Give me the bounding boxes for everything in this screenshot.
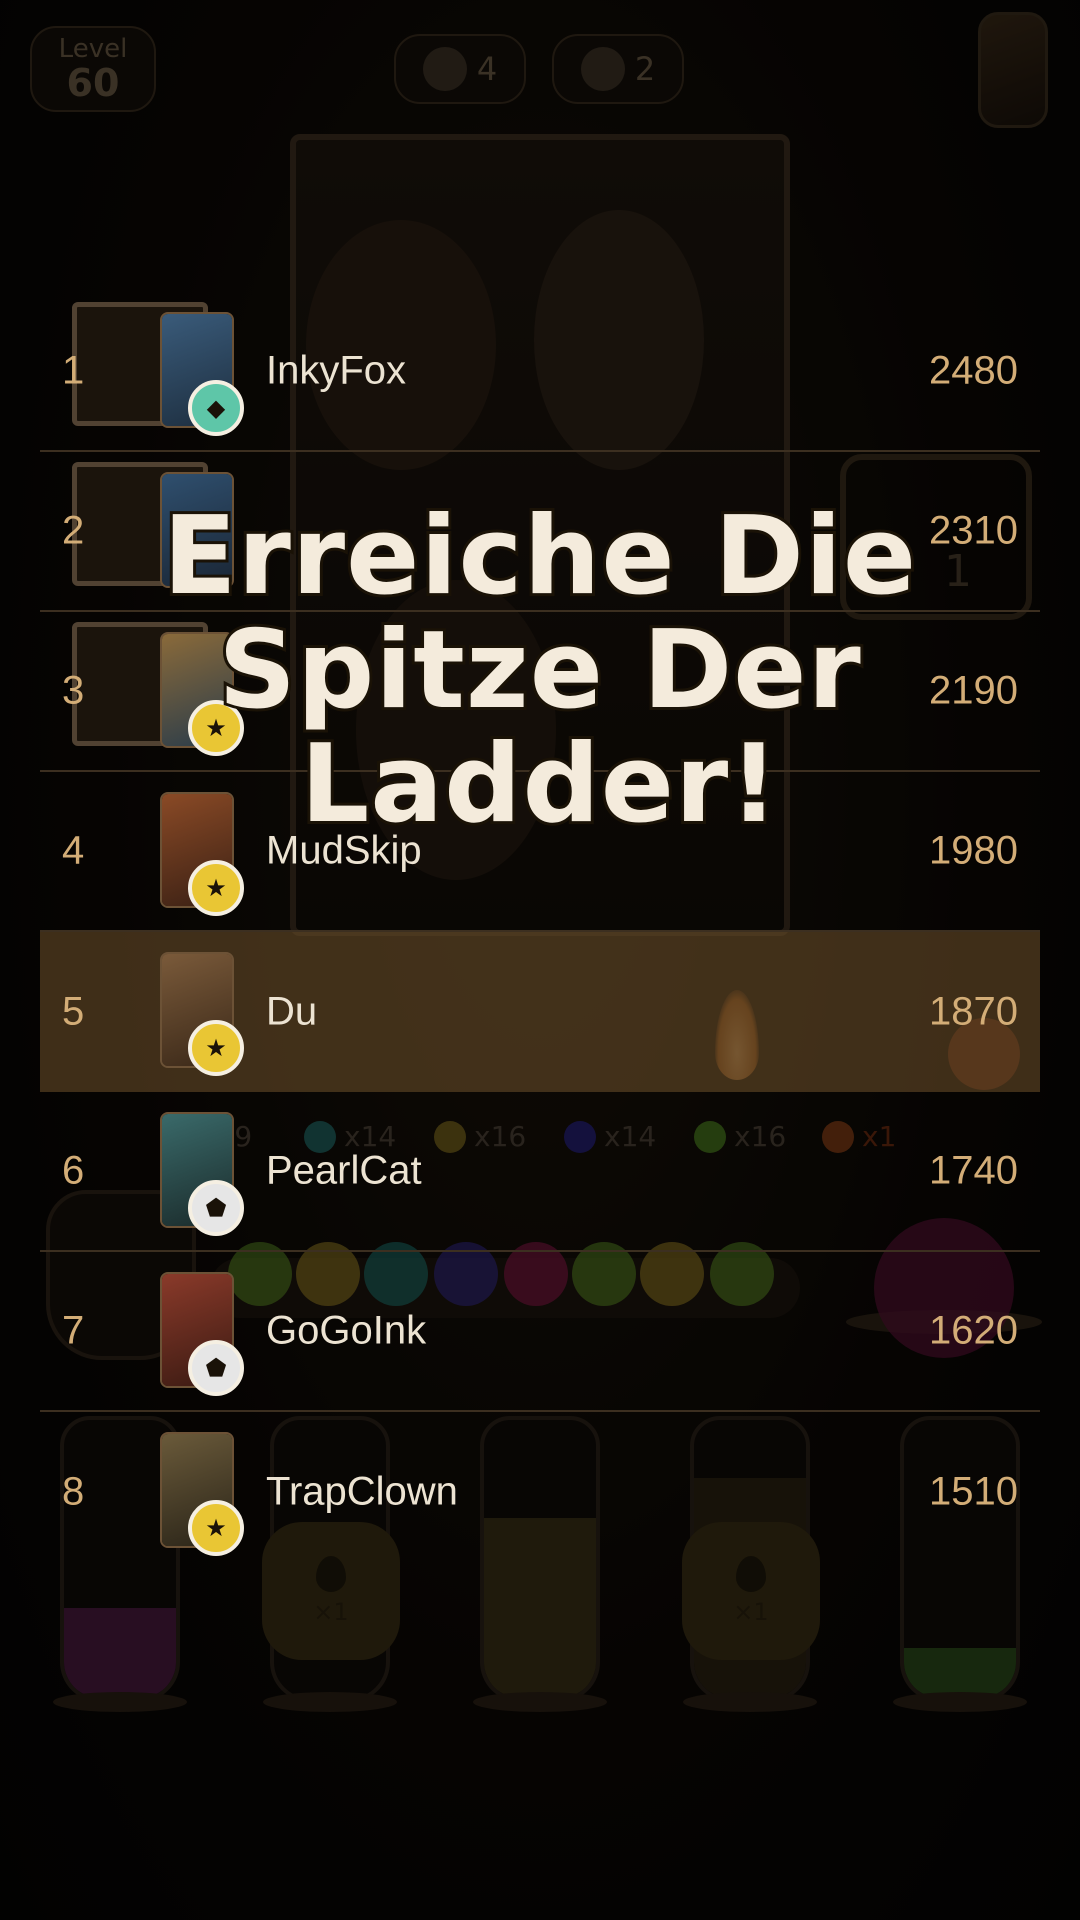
- rank: 5: [62, 989, 85, 1034]
- leaderboard-row: 8 ★ TrapClown 1510: [40, 1412, 1040, 1572]
- promo-headline: Erreiche Die Spitze Der Ladder!: [0, 494, 1080, 847]
- rank: 1: [62, 348, 85, 393]
- shield-badge-icon: ⬟: [188, 1340, 244, 1396]
- player-name: PearlCat: [266, 1148, 422, 1193]
- leaderboard-row: 1 ◆ InkyFox 2480: [40, 292, 1040, 452]
- player-name: GoGoInk: [266, 1308, 427, 1353]
- headline-line-1: Erreiche Die: [160, 494, 919, 619]
- diamond-badge-icon: ◆: [188, 380, 244, 436]
- headline-line-2: Spitze Der: [215, 608, 864, 733]
- shield-badge-icon: ⬟: [188, 1180, 244, 1236]
- player-score: 1870: [929, 989, 1018, 1034]
- rank: 7: [62, 1308, 85, 1353]
- player-score: 2480: [929, 348, 1018, 393]
- player-name: TrapClown: [266, 1469, 458, 1514]
- player-score: 1510: [929, 1469, 1018, 1514]
- star-badge-icon: ★: [188, 1020, 244, 1076]
- leaderboard-row: 6 ⬟ PearlCat 1740: [40, 1092, 1040, 1252]
- star-badge-icon: ★: [188, 1500, 244, 1556]
- star-badge-icon: ★: [188, 860, 244, 916]
- player-score: 1740: [929, 1148, 1018, 1193]
- headline-line-3: Ladder!: [297, 722, 781, 847]
- leaderboard: 1 ◆ InkyFox 2480 2 2310 3 ★ 2190 4 ★ Mud…: [40, 292, 1040, 1572]
- rank: 6: [62, 1148, 85, 1193]
- player-name: InkyFox: [266, 348, 407, 393]
- leaderboard-row-current-player: 5 ★ Du 1870: [40, 932, 1040, 1092]
- leaderboard-row: 7 ⬟ GoGoInk 1620: [40, 1252, 1040, 1412]
- rank: 8: [62, 1469, 85, 1514]
- player-name: Du: [266, 989, 318, 1034]
- player-score: 1620: [929, 1308, 1018, 1353]
